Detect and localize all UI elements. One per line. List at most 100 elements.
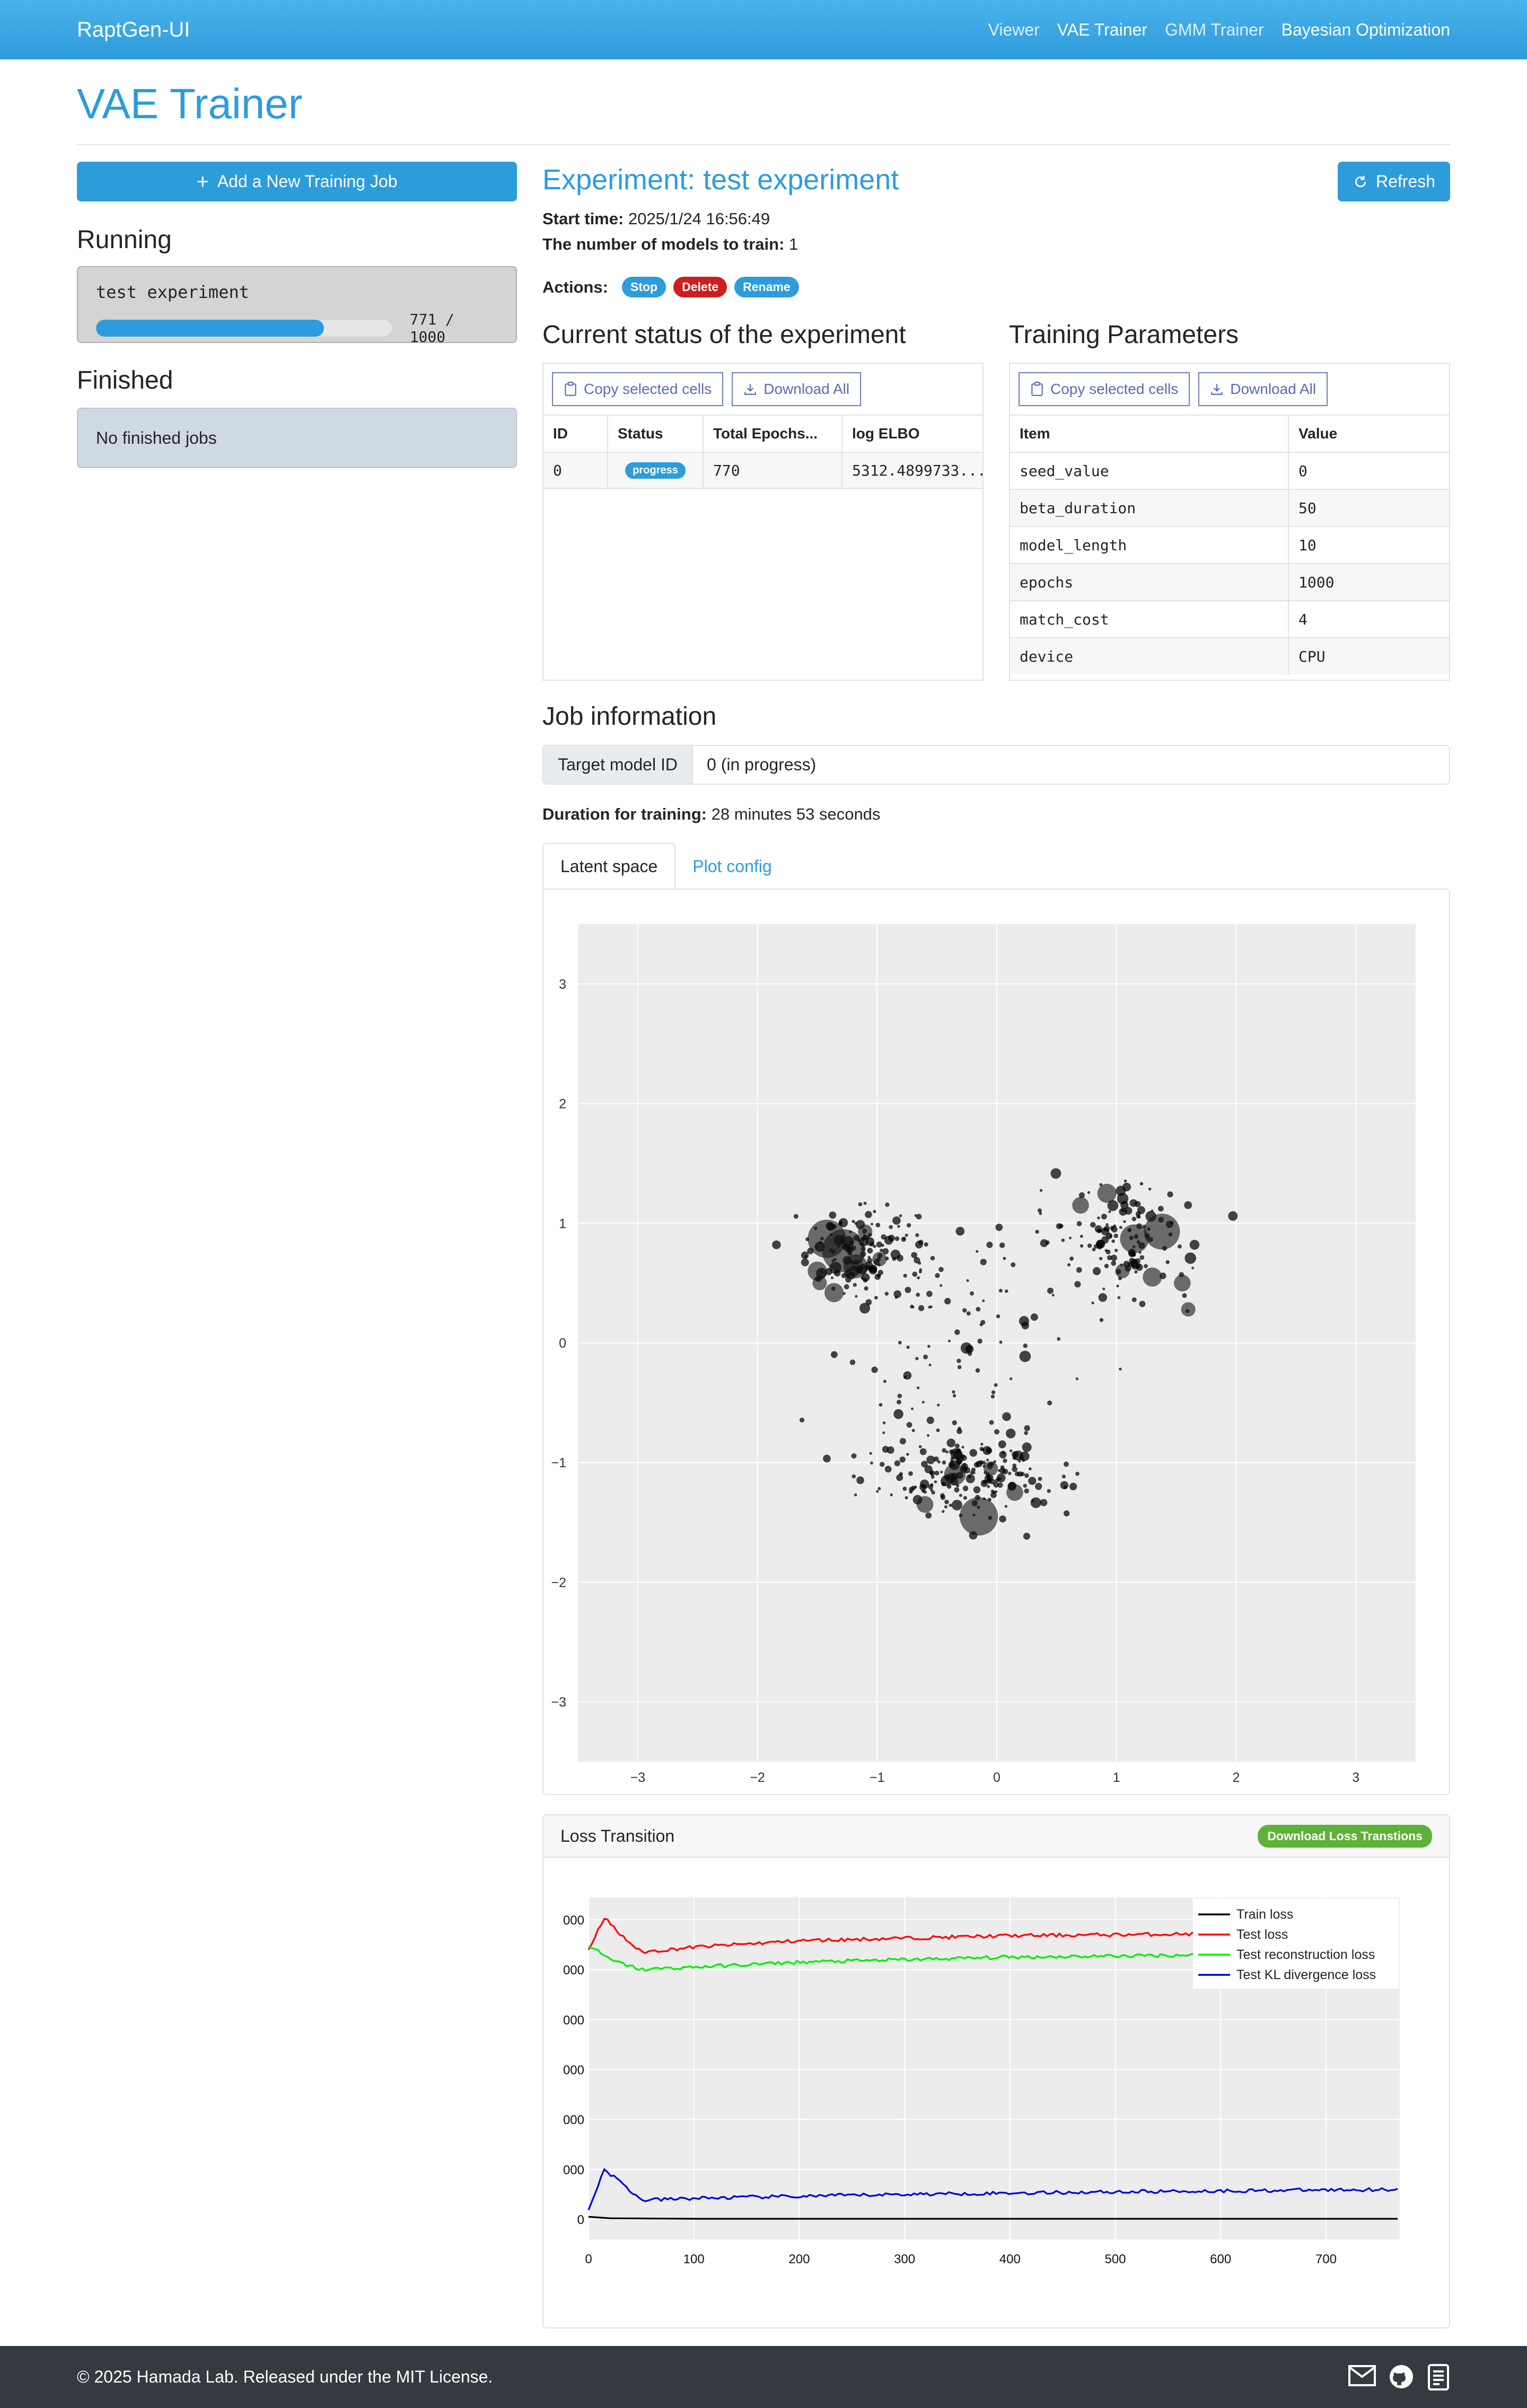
download-icon (1211, 384, 1223, 395)
table-row[interactable]: epochs 1000 (1010, 563, 1449, 600)
nav-link-vae-trainer[interactable]: VAE Trainer (1057, 20, 1147, 40)
rename-button[interactable]: Rename (734, 277, 799, 297)
stop-button[interactable]: Stop (622, 277, 666, 297)
cell-value[interactable]: 1000 (1289, 564, 1449, 600)
cell-item[interactable]: device (1010, 638, 1289, 674)
mail-icon[interactable] (1348, 2364, 1376, 2387)
loss-x-tick-label: 200 (788, 2252, 810, 2266)
status-download-label: Download All (763, 381, 850, 397)
column-header[interactable]: Value (1289, 416, 1449, 452)
cell-item[interactable]: match_cost (1010, 601, 1289, 637)
cell-value[interactable]: 0 (1289, 453, 1449, 489)
scatter-point (942, 1460, 946, 1465)
cell-epochs[interactable]: 770 (704, 453, 843, 488)
tab-latent-space[interactable]: Latent space (542, 843, 676, 890)
plot-tabs: Latent space Plot config (542, 843, 789, 890)
scatter-point (922, 1401, 925, 1404)
scatter-point (1047, 1400, 1052, 1405)
clipboard-icon (565, 382, 576, 396)
scatter-point (858, 1202, 863, 1207)
cell-item[interactable]: epochs (1010, 564, 1289, 600)
scatter-point (1002, 1451, 1005, 1454)
scatter-point (946, 1438, 955, 1447)
cell-id[interactable]: 0 (543, 453, 608, 488)
cell-value[interactable]: 4 (1289, 601, 1449, 637)
scatter-point (875, 1223, 881, 1228)
cell-value[interactable]: 10 (1289, 527, 1449, 563)
loss-y-tick-label: 000 (563, 2013, 584, 2027)
scatter-point (1092, 1267, 1101, 1276)
status-copy-label: Copy selected cells (584, 381, 712, 397)
scatter-point (993, 1482, 999, 1488)
scatter-point (882, 1431, 885, 1435)
scatter-point (823, 1454, 831, 1463)
loss-y-tick-label: 000 (563, 2063, 584, 2078)
running-job-card[interactable]: test experiment 771 / 1000 (77, 266, 517, 346)
column-header[interactable]: Item (1010, 416, 1289, 452)
scatter-point (1096, 1244, 1102, 1250)
github-icon[interactable] (1389, 2364, 1414, 2389)
scatter-point (966, 1474, 975, 1483)
column-header[interactable]: log ELBO (843, 416, 982, 452)
scatter-point (990, 1394, 995, 1399)
legend-label: Test KL divergence loss (1236, 1967, 1376, 1982)
nav-link-bayesian-optimization[interactable]: Bayesian Optimization (1282, 20, 1450, 40)
status-copy-button[interactable]: Copy selected cells (552, 372, 724, 406)
status-grid: Copy selected cells Download All ID Stat… (542, 363, 984, 681)
loss-x-tick-label: 100 (683, 2252, 705, 2266)
scatter-point (916, 1293, 920, 1297)
scatter-point (980, 1443, 984, 1446)
scatter-point (1030, 1497, 1041, 1508)
scatter-point (1003, 1458, 1007, 1463)
column-header[interactable]: Total Epochs... (704, 416, 843, 452)
column-header[interactable]: ID (543, 416, 608, 452)
refresh-button[interactable]: Refresh (1338, 162, 1450, 201)
scatter-point (1138, 1215, 1141, 1219)
brand[interactable]: RaptGen-UI (77, 18, 190, 42)
scatter-point (1124, 1179, 1127, 1183)
scatter-point (1116, 1185, 1126, 1196)
scatter-point (772, 1240, 781, 1250)
tab-plot-config[interactable]: Plot config (675, 843, 788, 890)
status-download-button[interactable]: Download All (732, 372, 862, 406)
loss-chart[interactable]: 0 100 200 300 400 500 600 700000000000000000000… (543, 1858, 1449, 2327)
scatter-point (986, 1447, 993, 1454)
document-icon[interactable] (1427, 2363, 1450, 2391)
add-training-job-button[interactable]: + Add a New Training Job (77, 162, 517, 201)
scatter-point (1177, 1244, 1182, 1249)
table-row[interactable]: model_length 10 (1010, 526, 1449, 563)
cell-item[interactable]: seed_value (1010, 453, 1289, 489)
scatter-point (1039, 1211, 1042, 1215)
cell-item[interactable]: model_length (1010, 527, 1289, 563)
cell-elbo[interactable]: 5312.4899733... (843, 453, 982, 488)
table-row[interactable]: match_cost 4 (1010, 600, 1449, 637)
scatter-point (1004, 1505, 1008, 1508)
table-row[interactable]: 0 progress 770 5312.4899733... (543, 452, 982, 489)
scatter-point (1076, 1267, 1082, 1273)
scatter-point (1067, 1263, 1071, 1267)
scatter-point (1134, 1201, 1141, 1207)
download-loss-button[interactable]: Download Loss Transtions (1258, 1824, 1432, 1848)
scatter-point (845, 1276, 852, 1283)
delete-button[interactable]: Delete (673, 277, 727, 297)
table-row[interactable]: device CPU (1010, 637, 1449, 674)
cell-item[interactable]: beta_duration (1010, 490, 1289, 526)
cell-value[interactable]: 50 (1289, 490, 1449, 526)
loss-y-tick-label: 0 (577, 2213, 584, 2227)
nav-link-viewer[interactable]: Viewer (988, 20, 1040, 40)
scatter-point (959, 1493, 962, 1497)
scatter-point (1110, 1254, 1118, 1261)
scatter-point (1019, 1456, 1024, 1461)
params-download-button[interactable]: Download All (1198, 372, 1328, 406)
nav-link-gmm-trainer[interactable]: GMM Trainer (1165, 20, 1264, 40)
cell-value[interactable]: CPU (1289, 638, 1449, 674)
cell-status[interactable]: progress (608, 453, 704, 488)
column-header[interactable]: Status (608, 416, 704, 452)
table-row[interactable]: beta_duration 50 (1010, 489, 1449, 526)
latent-space-chart[interactable]: −3 −2 −1 0 1 2 3 3 2 1 0 −1 −2 −3 (543, 890, 1449, 1794)
params-copy-button[interactable]: Copy selected cells (1019, 372, 1190, 406)
table-row[interactable]: seed_value 0 (1010, 452, 1449, 489)
scatter-point (883, 1379, 887, 1383)
scatter-point (1104, 1263, 1109, 1269)
scatter-point (1137, 1206, 1146, 1215)
